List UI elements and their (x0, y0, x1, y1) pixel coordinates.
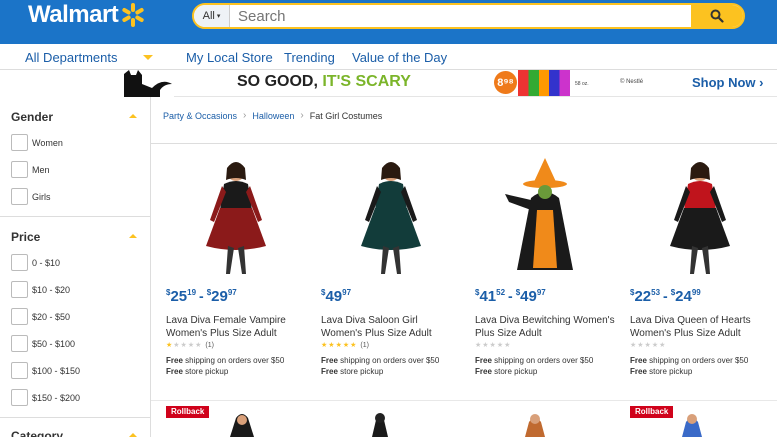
rating-stars: ★★★★★ (1) (321, 342, 369, 349)
ad-banner[interactable]: SO GOOD, IT'S SCARY 8⁹⁸ 58 oz. © Nestlé … (122, 70, 777, 97)
logo-text: Walmart (28, 1, 119, 28)
site-header: Walmart All ▾ (0, 0, 777, 44)
rating-stars: ★★★★★ (1) (166, 342, 214, 349)
breadcrumb: Party & Occasions › Halloween › Fat Girl… (163, 110, 382, 121)
search-button[interactable] (691, 5, 743, 27)
shipping-info: Free shipping on orders over $50 Free sto… (475, 356, 594, 376)
search-input[interactable] (230, 5, 691, 27)
rollback-badge: Rollback (630, 406, 674, 418)
chevron-up-icon[interactable] (129, 433, 137, 437)
shop-now-link[interactable]: Shop Now › (692, 75, 764, 90)
divider (0, 417, 151, 418)
shipping-info: Free shipping on orders over $50 Free sto… (166, 356, 285, 376)
product-image[interactable] (630, 150, 770, 280)
product-title-link[interactable]: Lava Diva Female Vampire Women's Plus Si… (166, 314, 306, 340)
product-card[interactable]: $4152- $4997 Lava Diva Bewitching Women's… (475, 150, 615, 395)
banner-size: 58 oz. (575, 81, 589, 87)
breadcrumb-current: Fat Girl Costumes (309, 110, 383, 121)
checkbox[interactable] (11, 161, 28, 178)
shipping-info: Free shipping on orders over $50 Free sto… (321, 356, 440, 376)
product-title-link[interactable]: Lava Diva Queen of Hearts Women's Plus S… (630, 314, 770, 340)
rating-stars: ★★★★★ (475, 342, 512, 349)
price-filter-title[interactable]: Price (11, 230, 40, 244)
divider (151, 143, 777, 144)
price: $4152- $4997 (475, 288, 546, 305)
product-title-link[interactable]: Lava Diva Saloon Girl Women's Plus Size … (321, 314, 461, 340)
product-image[interactable] (321, 150, 461, 280)
category-filter-title[interactable]: Category (11, 429, 63, 437)
checkbox[interactable] (11, 134, 28, 151)
checkbox[interactable] (11, 335, 28, 352)
filter-option-price-10-20[interactable]: $10 - $20 (11, 281, 70, 298)
divider (151, 400, 777, 401)
chevron-right-icon: › (243, 110, 247, 121)
gender-filter-title[interactable]: Gender (11, 110, 53, 124)
nav-link-value-of-the-day[interactable]: Value of the Day (352, 50, 447, 65)
checkbox[interactable] (11, 362, 28, 379)
breadcrumb-link-party[interactable]: Party & Occasions (163, 111, 237, 121)
filter-option-price-150-200[interactable]: $150 - $200 (11, 389, 80, 406)
checkbox[interactable] (11, 389, 28, 406)
search-scope-dropdown[interactable]: All ▾ (194, 5, 230, 27)
filter-option-price-50-100[interactable]: $50 - $100 (11, 335, 75, 352)
divider (0, 216, 151, 217)
review-count[interactable]: (1) (360, 342, 369, 349)
candy-bag-image (518, 70, 570, 96)
product-card[interactable]: $4997 Lava Diva Saloon Girl Women's Plus… (321, 150, 461, 395)
search-icon (710, 9, 724, 23)
chevron-right-icon: › (300, 110, 304, 121)
shipping-info: Free shipping on orders over $50 Free sto… (630, 356, 749, 376)
product-image[interactable] (672, 410, 712, 437)
rating-stars: ★★★★★ (630, 342, 667, 349)
checkbox[interactable] (11, 188, 28, 205)
breadcrumb-link-halloween[interactable]: Halloween (252, 111, 294, 121)
price: $2253- $2499 (630, 288, 701, 305)
brand-logo: © Nestlé (620, 79, 644, 85)
rollback-badge: Rollback (166, 406, 210, 418)
product-image[interactable] (475, 150, 615, 280)
product-image[interactable] (166, 150, 306, 280)
chevron-up-icon[interactable] (129, 114, 137, 118)
price: $4997 (321, 288, 352, 305)
chevron-down-icon (143, 55, 153, 60)
search-bar: All ▾ (192, 3, 745, 29)
banner-headline: SO GOOD, IT'S SCARY (237, 73, 411, 90)
chevron-up-icon[interactable] (129, 234, 137, 238)
price: $2519- $2997 (166, 288, 237, 305)
banner-price-badge: 8⁹⁸ (494, 71, 517, 94)
product-image[interactable] (222, 410, 262, 437)
filter-option-girls[interactable]: Girls (11, 188, 51, 205)
filter-option-women[interactable]: Women (11, 134, 63, 151)
review-count[interactable]: (1) (205, 342, 214, 349)
filter-sidebar: Gender Women Men Girls Price 0 - $10 $10… (0, 97, 151, 437)
walmart-logo[interactable]: Walmart (28, 0, 146, 30)
filter-option-price-100-150[interactable]: $100 - $150 (11, 362, 80, 379)
black-cat-icon (122, 70, 174, 97)
checkbox[interactable] (11, 254, 28, 271)
product-title-link[interactable]: Lava Diva Bewitching Women's Plus Size A… (475, 314, 615, 340)
main-nav: All Departments My Local Store Trending … (0, 44, 777, 70)
filter-option-men[interactable]: Men (11, 161, 50, 178)
spark-icon (120, 2, 146, 28)
product-card[interactable]: $2519- $2997 Lava Diva Female Vampire Wom… (166, 150, 306, 395)
all-departments-menu[interactable]: All Departments (25, 50, 117, 65)
checkbox[interactable] (11, 308, 28, 325)
chevron-down-icon: ▾ (216, 13, 221, 20)
nav-link-local-store[interactable]: My Local Store (186, 50, 273, 65)
search-scope-label: All (202, 10, 215, 22)
product-card[interactable]: $2253- $2499 Lava Diva Queen of Hearts Wo… (630, 150, 770, 395)
nav-link-trending[interactable]: Trending (284, 50, 335, 65)
filter-option-price-0-10[interactable]: 0 - $10 (11, 254, 60, 271)
filter-option-price-20-50[interactable]: $20 - $50 (11, 308, 70, 325)
product-image[interactable] (515, 410, 555, 437)
product-image[interactable] (360, 410, 400, 437)
checkbox[interactable] (11, 281, 28, 298)
